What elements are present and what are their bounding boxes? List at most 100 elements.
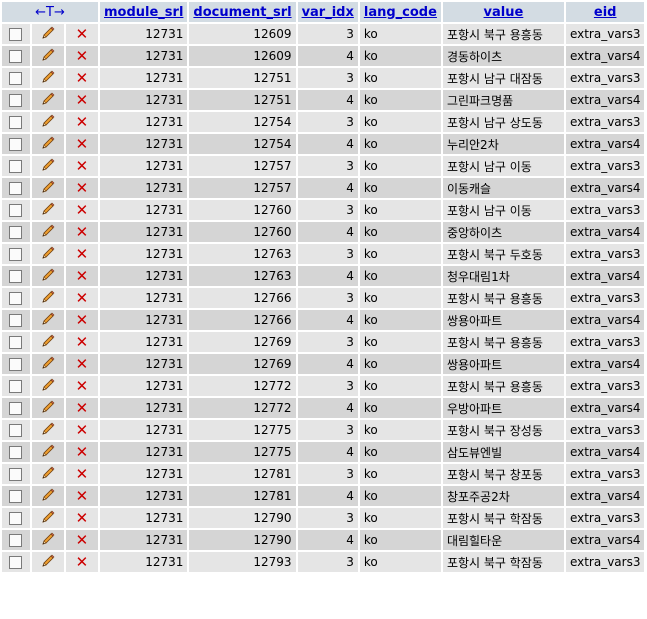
pencil-icon[interactable] [40, 25, 56, 44]
row-checkbox-cell[interactable] [2, 310, 30, 330]
delete-x-icon[interactable]: ✕ [76, 269, 89, 284]
row-checkbox-cell[interactable] [2, 420, 30, 440]
pencil-icon[interactable] [40, 289, 56, 308]
delete-x-icon[interactable]: ✕ [76, 247, 89, 262]
row-checkbox-cell[interactable] [2, 244, 30, 264]
row-checkbox-cell[interactable] [2, 178, 30, 198]
delete-cell[interactable]: ✕ [65, 178, 98, 198]
table-row[interactable]: ✕ 12731 12766 3 ko 포항시 북구 용흥동 extra_vars3 [2, 288, 645, 308]
delete-cell[interactable]: ✕ [65, 244, 98, 264]
checkbox-icon[interactable] [9, 314, 23, 327]
row-checkbox-cell[interactable] [2, 464, 30, 484]
row-checkbox-cell[interactable] [2, 332, 30, 352]
table-row[interactable]: ✕ 12731 12760 4 ko 중앙하이츠 extra_vars4 [2, 222, 645, 242]
delete-x-icon[interactable]: ✕ [76, 489, 89, 504]
table-row[interactable]: ✕ 12731 12609 3 ko 포항시 북구 용흥동 extra_vars3 [2, 24, 645, 44]
pencil-icon[interactable] [40, 421, 56, 440]
pencil-icon[interactable] [40, 399, 56, 418]
sort-link-lang-code[interactable]: lang_code [364, 5, 437, 20]
row-checkbox-cell[interactable] [2, 46, 30, 66]
delete-x-icon[interactable]: ✕ [76, 533, 89, 548]
pencil-icon[interactable] [40, 553, 56, 572]
pencil-icon[interactable] [40, 377, 56, 396]
pencil-icon[interactable] [40, 465, 56, 484]
pencil-icon[interactable] [40, 311, 56, 330]
row-checkbox-cell[interactable] [2, 24, 30, 44]
edit-cell[interactable] [31, 266, 64, 286]
checkbox-icon[interactable] [9, 292, 23, 305]
row-checkbox-cell[interactable] [2, 398, 30, 418]
delete-cell[interactable]: ✕ [65, 486, 98, 506]
delete-cell[interactable]: ✕ [65, 332, 98, 352]
checkbox-icon[interactable] [9, 72, 23, 85]
edit-cell[interactable] [31, 420, 64, 440]
column-header-var-idx[interactable]: var_idx [297, 2, 358, 22]
table-row[interactable]: ✕ 12731 12790 4 ko 대림힐타운 extra_vars4 [2, 530, 645, 550]
edit-cell[interactable] [31, 310, 64, 330]
table-row[interactable]: ✕ 12731 12781 4 ko 창포주공2차 extra_vars4 [2, 486, 645, 506]
table-row[interactable]: ✕ 12731 12754 3 ko 포항시 남구 상도동 extra_vars3 [2, 112, 645, 132]
table-row[interactable]: ✕ 12731 12772 3 ko 포항시 북구 용흥동 extra_vars3 [2, 376, 645, 396]
edit-cell[interactable] [31, 200, 64, 220]
delete-x-icon[interactable]: ✕ [76, 357, 89, 372]
checkbox-icon[interactable] [9, 116, 23, 129]
edit-cell[interactable] [31, 46, 64, 66]
checkbox-icon[interactable] [9, 446, 23, 459]
row-checkbox-cell[interactable] [2, 266, 30, 286]
pencil-icon[interactable] [40, 69, 56, 88]
table-row[interactable]: ✕ 12731 12751 3 ko 포항시 남구 대잠동 extra_vars3 [2, 68, 645, 88]
sort-link-document-srl[interactable]: document_srl [193, 5, 291, 20]
delete-cell[interactable]: ✕ [65, 288, 98, 308]
table-row[interactable]: ✕ 12731 12757 3 ko 포항시 남구 이동 extra_vars3 [2, 156, 645, 176]
table-row[interactable]: ✕ 12731 12757 4 ko 이동캐슬 extra_vars4 [2, 178, 645, 198]
delete-cell[interactable]: ✕ [65, 68, 98, 88]
delete-x-icon[interactable]: ✕ [76, 555, 89, 570]
checkbox-icon[interactable] [9, 512, 23, 525]
delete-x-icon[interactable]: ✕ [76, 291, 89, 306]
table-row[interactable]: ✕ 12731 12763 4 ko 청우대림1차 extra_vars4 [2, 266, 645, 286]
pencil-icon[interactable] [40, 201, 56, 220]
delete-cell[interactable]: ✕ [65, 134, 98, 154]
pencil-icon[interactable] [40, 179, 56, 198]
pencil-icon[interactable] [40, 245, 56, 264]
pencil-icon[interactable] [40, 531, 56, 550]
delete-x-icon[interactable]: ✕ [76, 49, 89, 64]
delete-x-icon[interactable]: ✕ [76, 423, 89, 438]
edit-cell[interactable] [31, 222, 64, 242]
delete-x-icon[interactable]: ✕ [76, 181, 89, 196]
edit-cell[interactable] [31, 112, 64, 132]
delete-cell[interactable]: ✕ [65, 222, 98, 242]
delete-cell[interactable]: ✕ [65, 156, 98, 176]
column-header-document-srl[interactable]: document_srl [189, 2, 296, 22]
table-row[interactable]: ✕ 12731 12609 4 ko 경동하이츠 extra_vars4 [2, 46, 645, 66]
row-checkbox-cell[interactable] [2, 354, 30, 374]
pencil-icon[interactable] [40, 333, 56, 352]
pencil-icon[interactable] [40, 355, 56, 374]
pencil-icon[interactable] [40, 223, 56, 242]
edit-cell[interactable] [31, 354, 64, 374]
checkbox-icon[interactable] [9, 556, 23, 569]
pencil-icon[interactable] [40, 487, 56, 506]
delete-cell[interactable]: ✕ [65, 112, 98, 132]
delete-cell[interactable]: ✕ [65, 442, 98, 462]
delete-cell[interactable]: ✕ [65, 200, 98, 220]
checkbox-icon[interactable] [9, 50, 23, 63]
table-row[interactable]: ✕ 12731 12775 3 ko 포항시 북구 장성동 extra_vars3 [2, 420, 645, 440]
edit-cell[interactable] [31, 90, 64, 110]
row-checkbox-cell[interactable] [2, 156, 30, 176]
sort-link-var-idx[interactable]: var_idx [302, 5, 354, 20]
checkbox-icon[interactable] [9, 336, 23, 349]
column-arrows[interactable]: ←T→ [35, 5, 65, 20]
delete-cell[interactable]: ✕ [65, 376, 98, 396]
table-row[interactable]: ✕ 12731 12781 3 ko 포항시 북구 창포동 extra_vars3 [2, 464, 645, 484]
edit-cell[interactable] [31, 530, 64, 550]
delete-x-icon[interactable]: ✕ [76, 225, 89, 240]
delete-x-icon[interactable]: ✕ [76, 27, 89, 42]
row-checkbox-cell[interactable] [2, 222, 30, 242]
checkbox-icon[interactable] [9, 160, 23, 173]
pencil-icon[interactable] [40, 443, 56, 462]
checkbox-icon[interactable] [9, 28, 23, 41]
table-row[interactable]: ✕ 12731 12793 3 ko 포항시 북구 학잠동 extra_vars3 [2, 552, 645, 572]
row-checkbox-cell[interactable] [2, 112, 30, 132]
row-checkbox-cell[interactable] [2, 200, 30, 220]
